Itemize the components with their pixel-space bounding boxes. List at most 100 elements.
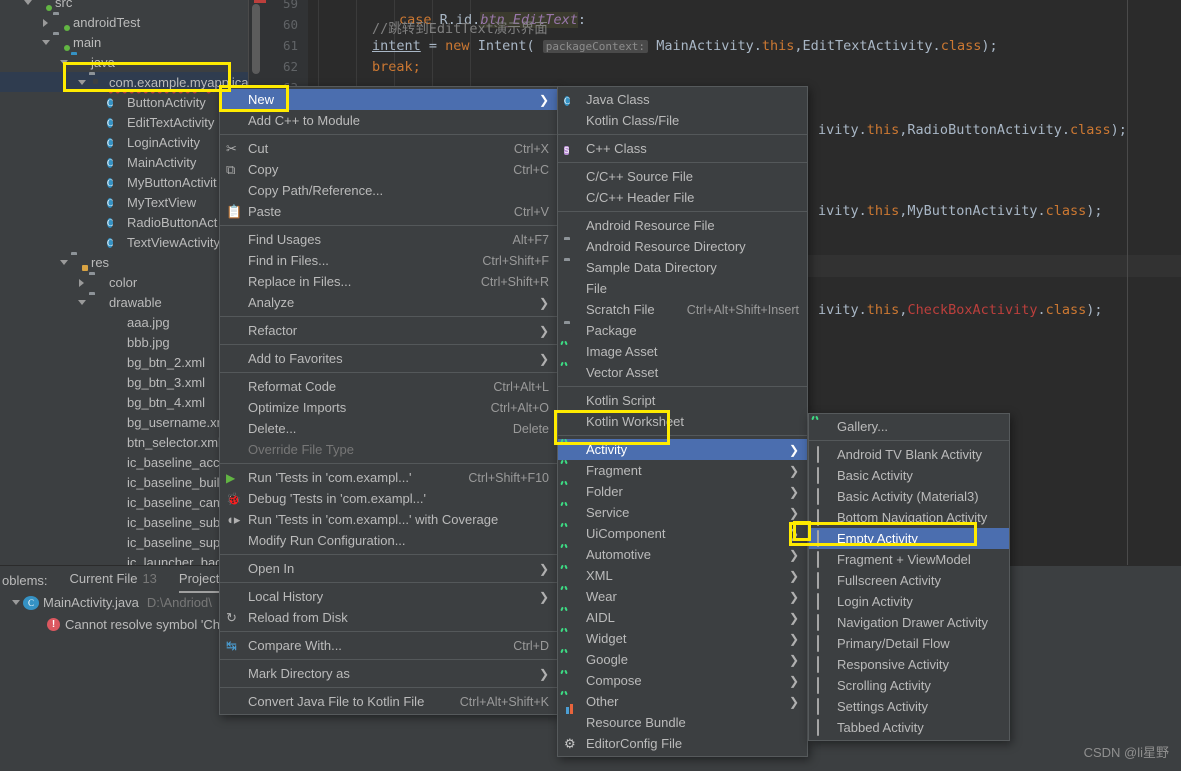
tree-item-java[interactable]: java xyxy=(0,52,248,72)
tree-item-ic-baseline-subt[interactable]: ic_baseline_subt xyxy=(0,512,248,532)
menu-item-resource-bundle[interactable]: Resource Bundle xyxy=(558,712,807,733)
menu-item-local-history[interactable]: Local History ❯ xyxy=(220,586,557,607)
menu-item-login-activity[interactable]: Login Activity xyxy=(809,591,1009,612)
chevron-right-icon[interactable] xyxy=(76,276,89,289)
tree-item-bg-btn-3-xml[interactable]: bg_btn_3.xml xyxy=(0,372,248,392)
menu-item-basic-activity[interactable]: Basic Activity xyxy=(809,465,1009,486)
menu-item-paste[interactable]: 📋 Paste Ctrl+V xyxy=(220,201,557,222)
menu-item-add-c++-to-module[interactable]: Add C++ to Module xyxy=(220,110,557,131)
menu-item-wear[interactable]: Wear ❯ xyxy=(558,586,807,607)
tree-item-radiobuttonact[interactable]: C RadioButtonAct xyxy=(0,212,248,232)
menu-item-replace-in-files[interactable]: Replace in Files... Ctrl+Shift+R xyxy=(220,271,557,292)
menu-item-fragment-+-viewmodel[interactable]: Fragment + ViewModel xyxy=(809,549,1009,570)
menu-item-mark-directory-as[interactable]: Mark Directory as ❯ xyxy=(220,663,557,684)
menu-item-package[interactable]: Package xyxy=(558,320,807,341)
menu-item-bottom-navigation-activity[interactable]: Bottom Navigation Activity xyxy=(809,507,1009,528)
tree-item-main[interactable]: main xyxy=(0,32,248,52)
tree-item-bg-username-xm[interactable]: bg_username.xm xyxy=(0,412,248,432)
menu-item-convert-java-file-to-kotlin-file[interactable]: Convert Java File to Kotlin File Ctrl+Alt… xyxy=(220,691,557,712)
menu-item-java-class[interactable]: C Java Class xyxy=(558,89,807,110)
menu-item-run-tests-in-com-exampl-with-coverage[interactable]: ◖▸ Run 'Tests in 'com.exampl...' with Cov… xyxy=(220,509,557,530)
menu-item-kotlin-worksheet[interactable]: Kotlin Worksheet xyxy=(558,411,807,432)
tree-item-bg-btn-2-xml[interactable]: bg_btn_2.xml xyxy=(0,352,248,372)
tree-item-mytextview[interactable]: C MyTextView xyxy=(0,192,248,212)
tree-item-ic-baseline-acco[interactable]: ic_baseline_acco xyxy=(0,452,248,472)
menu-item-widget[interactable]: Widget ❯ xyxy=(558,628,807,649)
problem-file-row[interactable]: C MainActivity.java D:\Andriod\ xyxy=(10,595,212,610)
menu-item-refactor[interactable]: Refactor ❯ xyxy=(220,320,557,341)
chevron-down-icon[interactable] xyxy=(40,36,53,49)
menu-item-optimize-imports[interactable]: Optimize Imports Ctrl+Alt+O xyxy=(220,397,557,418)
menu-item-modify-run-configuration[interactable]: Modify Run Configuration... xyxy=(220,530,557,551)
editor-scrollbar[interactable] xyxy=(252,4,260,74)
menu-item-compose[interactable]: Compose ❯ xyxy=(558,670,807,691)
menu-item-editorconfig-file[interactable]: ⚙ EditorConfig File xyxy=(558,733,807,754)
tree-item-bg-btn-4-xml[interactable]: bg_btn_4.xml xyxy=(0,392,248,412)
menu-item-navigation-drawer-activity[interactable]: Navigation Drawer Activity xyxy=(809,612,1009,633)
tree-item-loginactivity[interactable]: C LoginActivity xyxy=(0,132,248,152)
menu-item-responsive-activity[interactable]: Responsive Activity xyxy=(809,654,1009,675)
menu-item-android-resource-directory[interactable]: Android Resource Directory xyxy=(558,236,807,257)
menu-item-reformat-code[interactable]: Reformat Code Ctrl+Alt+L xyxy=(220,376,557,397)
menu-item-android-resource-file[interactable]: Android Resource File xyxy=(558,215,807,236)
menu-item-xml[interactable]: XML ❯ xyxy=(558,565,807,586)
tree-item-btn-selector-xml[interactable]: btn_selector.xml xyxy=(0,432,248,452)
tree-item-res[interactable]: res xyxy=(0,252,248,272)
tree-item-mainactivity[interactable]: C MainActivity xyxy=(0,152,248,172)
tree-item-drawable[interactable]: drawable xyxy=(0,292,248,312)
tree-item-aaa-jpg[interactable]: aaa.jpg xyxy=(0,312,248,332)
menu-item-copy-path-reference[interactable]: Copy Path/Reference... xyxy=(220,180,557,201)
menu-item-other[interactable]: Other ❯ xyxy=(558,691,807,712)
menu-item-kotlin-class-file[interactable]: Kotlin Class/File xyxy=(558,110,807,131)
tree-item-ic-launcher-bacl[interactable]: ic_launcher_bacl xyxy=(0,552,248,566)
project-tree[interactable]: src androidTest main java com.example.myappl… xyxy=(0,0,248,565)
menu-item-c-c++-source-file[interactable]: C/C++ Source File xyxy=(558,166,807,187)
menu-item-c-c++-header-file[interactable]: C/C++ Header File xyxy=(558,187,807,208)
menu-item-add-to-favorites[interactable]: Add to Favorites ❯ xyxy=(220,348,557,369)
menu-item-find-in-files[interactable]: Find in Files... Ctrl+Shift+F xyxy=(220,250,557,271)
menu-item-compare-with[interactable]: ↹ Compare With... Ctrl+D xyxy=(220,635,557,656)
chevron-down-icon[interactable] xyxy=(22,0,35,9)
menu-item-find-usages[interactable]: Find Usages Alt+F7 xyxy=(220,229,557,250)
menu-item-fullscreen-activity[interactable]: Fullscreen Activity xyxy=(809,570,1009,591)
menu-item-reload-from-disk[interactable]: ↻ Reload from Disk xyxy=(220,607,557,628)
menu-item-delete[interactable]: Delete... Delete xyxy=(220,418,557,439)
menu-item-image-asset[interactable]: Image Asset xyxy=(558,341,807,362)
menu-item-scratch-file[interactable]: Scratch File Ctrl+Alt+Shift+Insert xyxy=(558,299,807,320)
menu-item-google[interactable]: Google ❯ xyxy=(558,649,807,670)
tree-item-buttonactivity[interactable]: C ButtonActivity xyxy=(0,92,248,112)
menu-item-scrolling-activity[interactable]: Scrolling Activity xyxy=(809,675,1009,696)
menu-item-debug-tests-in-com-exampl[interactable]: 🐞 Debug 'Tests in 'com.exampl...' xyxy=(220,488,557,509)
tree-item-ic-baseline-cam[interactable]: ic_baseline_cam xyxy=(0,492,248,512)
menu-item-settings-activity[interactable]: Settings Activity xyxy=(809,696,1009,717)
tree-item-ic-baseline-supe[interactable]: ic_baseline_supe xyxy=(0,532,248,552)
menu-item-android-tv-blank-activity[interactable]: Android TV Blank Activity xyxy=(809,444,1009,465)
problem-message-row[interactable]: ! Cannot resolve symbol 'Ch xyxy=(47,617,220,632)
menu-item-empty-activity[interactable]: Empty Activity xyxy=(809,528,1009,549)
menu-item-file[interactable]: File xyxy=(558,278,807,299)
tree-item-textviewactivity[interactable]: C TextViewActivity xyxy=(0,232,248,252)
tree-item-mybuttonactivit[interactable]: C MyButtonActivit xyxy=(0,172,248,192)
menu-item-activity[interactable]: Activity ❯ xyxy=(558,439,807,460)
menu-item-gallery[interactable]: Gallery... xyxy=(809,416,1009,437)
menu-item-service[interactable]: Service ❯ xyxy=(558,502,807,523)
menu-item-c++-class[interactable]: S C++ Class xyxy=(558,138,807,159)
chevron-down-icon[interactable] xyxy=(76,76,89,89)
tree-item-edittextactivity[interactable]: C EditTextActivity xyxy=(0,112,248,132)
menu-item-fragment[interactable]: Fragment ❯ xyxy=(558,460,807,481)
tree-item-androidtest[interactable]: androidTest xyxy=(0,12,248,32)
menu-item-aidl[interactable]: AIDL ❯ xyxy=(558,607,807,628)
chevron-down-icon[interactable] xyxy=(10,596,23,609)
menu-item-open-in[interactable]: Open In ❯ xyxy=(220,558,557,579)
menu-item-copy[interactable]: ⧉ Copy Ctrl+C xyxy=(220,159,557,180)
menu-item-vector-asset[interactable]: Vector Asset xyxy=(558,362,807,383)
menu-item-automotive[interactable]: Automotive ❯ xyxy=(558,544,807,565)
menu-item-cut[interactable]: ✂ Cut Ctrl+X xyxy=(220,138,557,159)
new-submenu[interactable]: C Java Class Kotlin Class/File S C++ Class C/… xyxy=(557,86,808,757)
menu-item-sample-data-directory[interactable]: Sample Data Directory xyxy=(558,257,807,278)
menu-item-folder[interactable]: Folder ❯ xyxy=(558,481,807,502)
menu-item-uicomponent[interactable]: UiComponent ❯ xyxy=(558,523,807,544)
chevron-down-icon[interactable] xyxy=(58,256,71,269)
activity-submenu[interactable]: Gallery... Android TV Blank Activity Basic… xyxy=(808,413,1010,741)
menu-item-run-tests-in-com-exampl[interactable]: ▶ Run 'Tests in 'com.exampl...' Ctrl+Shift… xyxy=(220,467,557,488)
